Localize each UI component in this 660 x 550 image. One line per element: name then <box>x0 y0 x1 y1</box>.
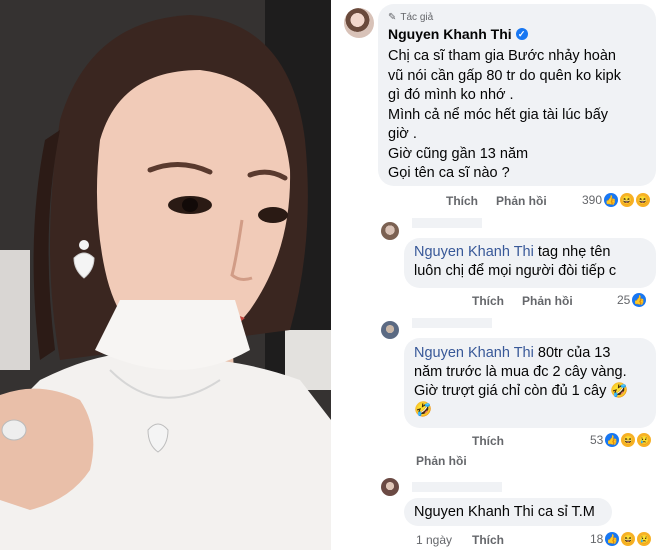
commenter-avatar[interactable] <box>381 478 399 496</box>
reaction-summary[interactable]: 18 👍 😆 😢 <box>590 532 652 546</box>
like-button[interactable]: Thích <box>472 533 504 547</box>
haha-reaction-icon: 😆 <box>621 433 636 447</box>
haha-reaction-icon: 😆 <box>620 193 635 207</box>
comment-line: vũ nói cần gấp 80 tr do quên ko kipk <box>388 67 621 84</box>
redacted-name <box>412 218 482 228</box>
comment-line: Chị ca sĩ tham gia Bước nhảy hoàn <box>388 48 616 64</box>
reply-line: luôn chị để mọi người đòi tiếp c <box>414 263 617 279</box>
author-badge-label: Tác giả <box>400 12 434 23</box>
reply-button[interactable]: Phản hồi <box>416 454 467 468</box>
main-comment-text: Chị ca sĩ tham gia Bước nhảy hoàn vũ nói… <box>388 47 650 184</box>
comment-line: Mình cả nể móc hết gia tài lúc bấy <box>388 106 609 123</box>
author-avatar[interactable] <box>344 8 374 38</box>
reaction-summary[interactable]: 25 👍 <box>617 293 647 307</box>
author-badge-icon: ✎ <box>388 12 397 23</box>
reply-text: Nguyen Khanh Thi 80tr của 13 năm trước l… <box>414 344 654 420</box>
comment-line: giờ . <box>388 126 417 142</box>
verified-icon: ✓ <box>515 28 528 40</box>
reaction-count: 18 <box>590 532 604 546</box>
selfie-photo <box>0 0 331 550</box>
reaction-count: 390 <box>582 193 603 207</box>
reaction-count: 53 <box>590 433 604 447</box>
comments-panel: ✎ Tác giả Nguyen Khanh Thi ✓ Chị ca sĩ t… <box>334 0 660 550</box>
author-badge: ✎ Tác giả <box>388 12 433 23</box>
haha-reaction-icon: 😆 <box>621 532 636 546</box>
redacted-name <box>412 482 502 492</box>
like-button[interactable]: Thích <box>472 294 504 308</box>
comment-line: Gọi tên ca sĩ nào ? <box>388 165 510 181</box>
author-name-text[interactable]: Nguyen Khanh Thi <box>388 26 512 42</box>
reply-button[interactable]: Phản hồi <box>496 194 547 208</box>
reaction-summary[interactable]: 53 👍 😆 😢 <box>590 433 652 447</box>
reply-line: năm trước là mua đc 2 cây vàng. <box>414 364 627 380</box>
author-name[interactable]: Nguyen Khanh Thi ✓ <box>388 26 528 42</box>
reaction-count: 25 <box>617 293 631 307</box>
reply-text: Nguyen Khanh Thi ca sỉ T.M <box>414 504 595 520</box>
like-reaction-icon: 👍 <box>632 293 647 307</box>
commenter-avatar[interactable] <box>381 321 399 339</box>
reply-text: Nguyen Khanh Thi tag nhẹ tên luôn chị để… <box>414 243 654 281</box>
reaction-summary[interactable]: 390 👍 😆 😆 <box>582 193 651 207</box>
like-reaction-icon: 👍 <box>605 532 620 546</box>
comment-line: Giờ cũng gần 13 năm <box>388 145 529 162</box>
haha-reaction-icon: 😆 <box>636 193 651 207</box>
reply-line: 🤣 <box>414 402 433 418</box>
reply-line: 80tr của 13 <box>537 345 611 361</box>
like-reaction-icon: 👍 <box>605 433 620 447</box>
like-button[interactable]: Thích <box>446 194 478 208</box>
like-reaction-icon: 👍 <box>604 193 619 207</box>
reply-line: Giờ trượt giá chỉ còn đủ 1 cây 🤣 <box>414 383 629 399</box>
mention-tag[interactable]: Nguyen Khanh Thi <box>414 345 534 361</box>
like-button[interactable]: Thích <box>472 434 504 448</box>
mention-tag[interactable]: Nguyen Khanh Thi <box>414 244 534 260</box>
sad-reaction-icon: 😢 <box>637 433 652 447</box>
reply-button[interactable]: Phản hồi <box>522 294 573 308</box>
redacted-name <box>412 318 492 328</box>
selfie-illustration <box>0 0 331 550</box>
commenter-avatar[interactable] <box>381 222 399 240</box>
sad-reaction-icon: 😢 <box>637 532 652 546</box>
timestamp[interactable]: 1 ngày <box>416 533 452 547</box>
reply-line: tag nhẹ tên <box>537 244 611 260</box>
comment-line: gì đó mình ko nhớ . <box>388 87 514 103</box>
